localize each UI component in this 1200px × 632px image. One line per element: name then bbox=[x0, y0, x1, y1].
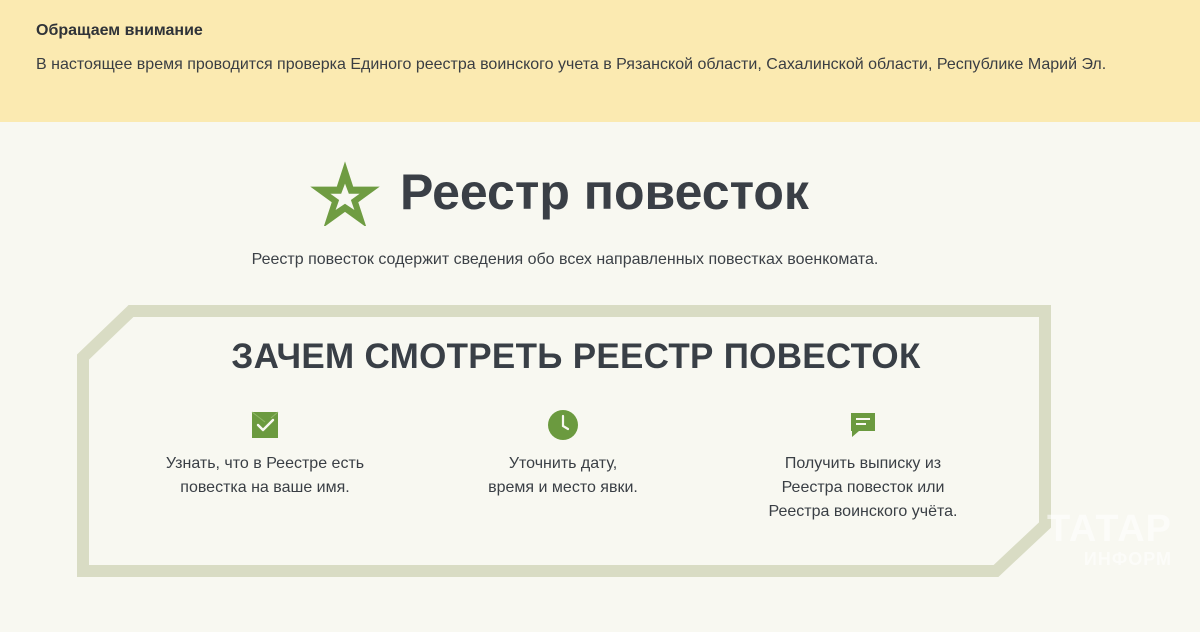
star-icon bbox=[310, 161, 380, 226]
notice-text: В настоящее время проводится проверка Ед… bbox=[36, 56, 1107, 73]
feature-find-summons: Узнать, что в Реестре есть повестка на в… bbox=[115, 408, 415, 500]
section-title: ЗАЧЕМ СМОТРЕТЬ РЕЕСТР ПОВЕСТОК bbox=[231, 337, 921, 376]
feature-text: Узнать, что в Реестре есть повестка на в… bbox=[165, 455, 365, 496]
page-subtitle: Реестр повесток содержит сведения обо вс… bbox=[251, 251, 879, 268]
envelope-check-icon bbox=[251, 411, 279, 438]
clock-icon bbox=[548, 410, 578, 440]
feature-text: Получить выписку из Реестра повесток или… bbox=[768, 455, 958, 520]
brand-header: Реестр повесток bbox=[0, 152, 1200, 232]
notice-banner: Обращаем внимание В настоящее время пров… bbox=[0, 0, 1200, 122]
feature-get-extract: Получить выписку из Реестра повесток или… bbox=[713, 408, 1013, 524]
feature-text: Уточнить дату, время и место явки. bbox=[488, 455, 638, 496]
notice-title: Обращаем внимание bbox=[36, 22, 203, 39]
chat-bubble-icon bbox=[851, 413, 875, 437]
feature-check-date: Уточнить дату, время и место явки. bbox=[413, 408, 713, 500]
page-title: Реестр повесток bbox=[400, 164, 809, 220]
watermark-logo: ТАТАР ИНФОРМ bbox=[1047, 508, 1172, 569]
